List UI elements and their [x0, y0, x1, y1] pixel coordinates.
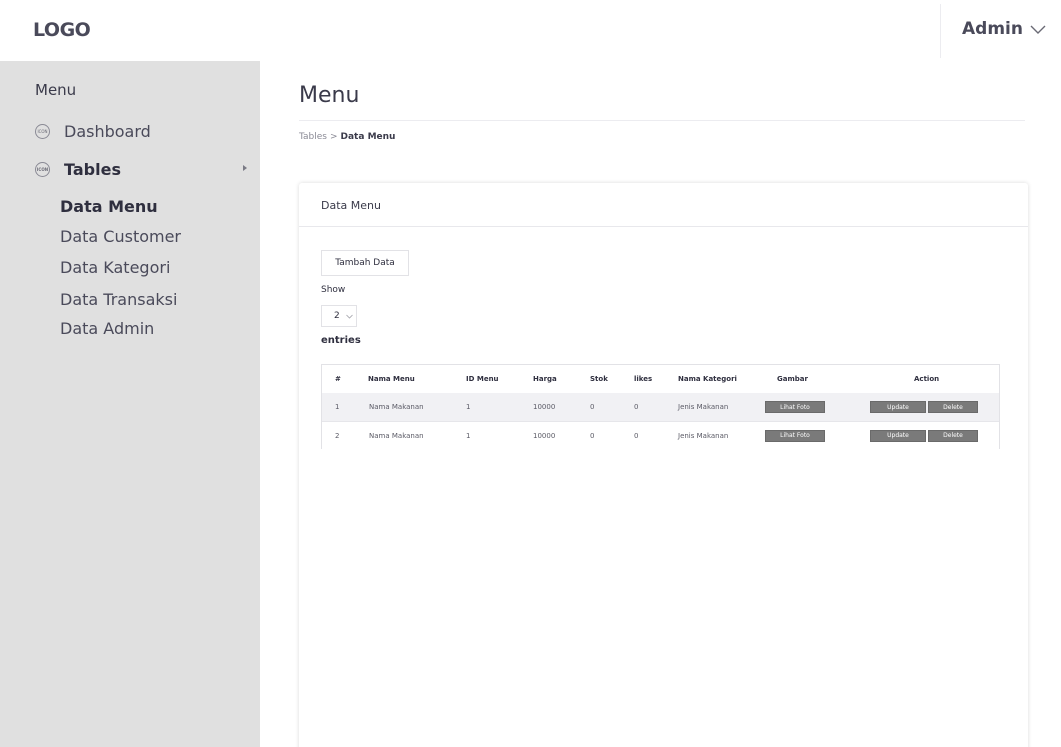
sidebar: Menu ICON Dashboard ICON Tables Data Men…	[0, 61, 260, 747]
update-button[interactable]: Update	[870, 401, 926, 413]
entries-value: 2	[334, 311, 340, 321]
chevron-down-icon	[345, 314, 353, 319]
admin-username: Admin	[962, 19, 1023, 39]
table-header-cell: Gambar	[777, 374, 808, 383]
update-button[interactable]: Update	[870, 429, 926, 442]
table-header-cell: ID Menu	[466, 374, 499, 383]
icon-placeholder-text: ICON	[37, 129, 48, 134]
table-header-cell: Harga	[533, 374, 557, 383]
sidebar-item-dashboard[interactable]: ICON Dashboard	[35, 122, 151, 141]
data-menu-card: Data Menu Tambah Data Show 2 entries # N…	[299, 183, 1028, 747]
harga-cell: 10000	[533, 431, 556, 440]
action-cell: Update Delete	[870, 422, 978, 449]
sidebar-subitem-data-transaksi[interactable]: Data Transaksi	[60, 290, 177, 309]
lihat-foto-button[interactable]: Lihat Foto	[765, 429, 825, 442]
sidebar-item-label: Dashboard	[64, 122, 151, 141]
delete-button[interactable]: Delete	[928, 401, 978, 413]
chevron-down-icon	[1030, 25, 1046, 34]
icon-placeholder-text: ICON	[36, 167, 49, 172]
card-header: Data Menu	[299, 183, 1028, 227]
header-divider	[940, 4, 941, 58]
entries-select[interactable]: 2	[321, 305, 357, 327]
table-header-cell: #	[335, 374, 341, 383]
breadcrumb-current: Data Menu	[340, 132, 396, 142]
tables-icon: ICON	[35, 162, 50, 177]
entries-label: entries	[321, 335, 361, 346]
sidebar-heading: Menu	[35, 81, 77, 99]
admin-user-menu[interactable]: Admin	[962, 19, 1047, 39]
harga-cell: 10000	[533, 403, 556, 411]
show-label: Show	[321, 285, 346, 295]
breadcrumb: Tables > Data Menu	[299, 132, 395, 142]
caret-right-icon	[243, 165, 247, 171]
nama-menu-cell: Nama Makanan	[369, 431, 424, 440]
table-row: 1 Nama Makanan 1 10000 0 0 Jenis Makanan…	[322, 393, 999, 421]
table-row: 2 Nama Makanan 1 10000 0 0 Jenis Makanan…	[322, 421, 999, 449]
table-header-cell: likes	[634, 374, 653, 383]
page-title: Menu	[299, 83, 360, 108]
stok-cell: 0	[590, 431, 595, 440]
title-divider	[299, 120, 1025, 121]
dashboard-icon: ICON	[35, 124, 50, 139]
breadcrumb-tables[interactable]: Tables	[299, 132, 327, 142]
sidebar-item-label: Tables	[64, 160, 121, 179]
table-header-cell: Nama Kategori	[678, 374, 737, 383]
gambar-cell: Lihat Foto	[765, 422, 825, 449]
id-menu-cell: 1	[466, 431, 471, 440]
data-table: # Nama Menu ID Menu Harga Stok likes Nam…	[321, 364, 1000, 449]
delete-button[interactable]: Delete	[928, 429, 978, 442]
tambah-data-button[interactable]: Tambah Data	[321, 250, 409, 276]
sidebar-subitem-data-customer[interactable]: Data Customer	[60, 227, 181, 246]
breadcrumb-separator: >	[329, 132, 338, 142]
likes-cell: 0	[634, 403, 639, 411]
kategori-cell: Jenis Makanan	[678, 431, 729, 440]
table-header-row: # Nama Menu ID Menu Harga Stok likes Nam…	[322, 365, 999, 392]
row-number: 2	[335, 431, 340, 440]
nama-menu-cell: Nama Makanan	[369, 403, 424, 411]
sidebar-subitem-data-kategori[interactable]: Data Kategori	[60, 258, 170, 277]
lihat-foto-button[interactable]: Lihat Foto	[765, 401, 825, 413]
likes-cell: 0	[634, 431, 639, 440]
sidebar-subitem-data-menu[interactable]: Data Menu	[60, 197, 158, 216]
table-header-cell: Action	[914, 374, 940, 383]
id-menu-cell: 1	[466, 403, 471, 411]
stok-cell: 0	[590, 403, 595, 411]
sidebar-subitem-data-admin[interactable]: Data Admin	[60, 319, 154, 338]
sidebar-item-tables[interactable]: ICON Tables	[35, 160, 247, 179]
top-bar: LOGO Admin	[0, 0, 1061, 61]
logo[interactable]: LOGO	[33, 19, 91, 41]
kategori-cell: Jenis Makanan	[678, 403, 729, 411]
row-number: 1	[335, 403, 340, 411]
table-header-cell: Stok	[590, 374, 608, 383]
table-header-cell: Nama Menu	[368, 374, 415, 383]
gambar-cell: Lihat Foto	[765, 393, 825, 421]
action-cell: Update Delete	[870, 393, 978, 421]
card-title: Data Menu	[321, 199, 381, 212]
